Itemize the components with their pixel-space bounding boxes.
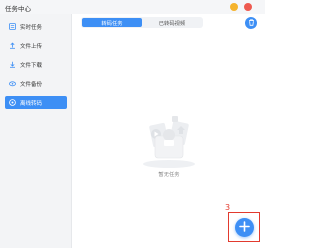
- tab-transcoded-videos[interactable]: 已转码视频: [142, 18, 202, 27]
- download-icon: [9, 61, 16, 68]
- step-number-label: 3: [225, 203, 231, 212]
- window-title: 任务中心: [5, 5, 31, 13]
- sidebar-item-label: 离线转码: [20, 100, 43, 107]
- sidebar-item-upload[interactable]: 文件上传: [5, 39, 67, 52]
- close-button[interactable]: [244, 3, 252, 11]
- sidebar-item-label: 文件备份: [20, 81, 43, 88]
- cloud-backup-icon: [9, 80, 16, 87]
- sidebar-item-offline-transcode[interactable]: 离线转码: [5, 96, 67, 109]
- transcode-icon: [9, 99, 16, 106]
- main-panel: 转码任务 已转码视频 暂无任务 3: [73, 14, 265, 248]
- minimize-button[interactable]: [230, 3, 238, 11]
- trash-icon: [248, 18, 255, 28]
- sidebar-item-download[interactable]: 文件下载: [5, 58, 67, 71]
- sidebar-item-label: 文件下载: [20, 62, 43, 69]
- plus-icon: [239, 221, 250, 234]
- tab-transcode-tasks[interactable]: 转码任务: [82, 18, 142, 27]
- add-task-button[interactable]: [235, 218, 254, 237]
- clear-tasks-button[interactable]: [245, 17, 257, 29]
- title-bar: 任务中心: [0, 0, 265, 14]
- empty-state-illustration: [137, 110, 201, 170]
- list-icon: [9, 23, 16, 30]
- sidebar: 实时任务 文件上传 文件下载 文件备份 离线转码: [0, 14, 72, 248]
- empty-state-text: 暂无任务: [158, 172, 180, 178]
- sidebar-item-label: 文件上传: [20, 43, 43, 50]
- sidebar-item-label: 实时任务: [20, 24, 43, 31]
- sidebar-item-backup[interactable]: 文件备份: [5, 77, 67, 90]
- tab-bar: 转码任务 已转码视频: [81, 17, 203, 28]
- sidebar-item-realtime-tasks[interactable]: 实时任务: [5, 20, 67, 33]
- upload-icon: [9, 42, 16, 49]
